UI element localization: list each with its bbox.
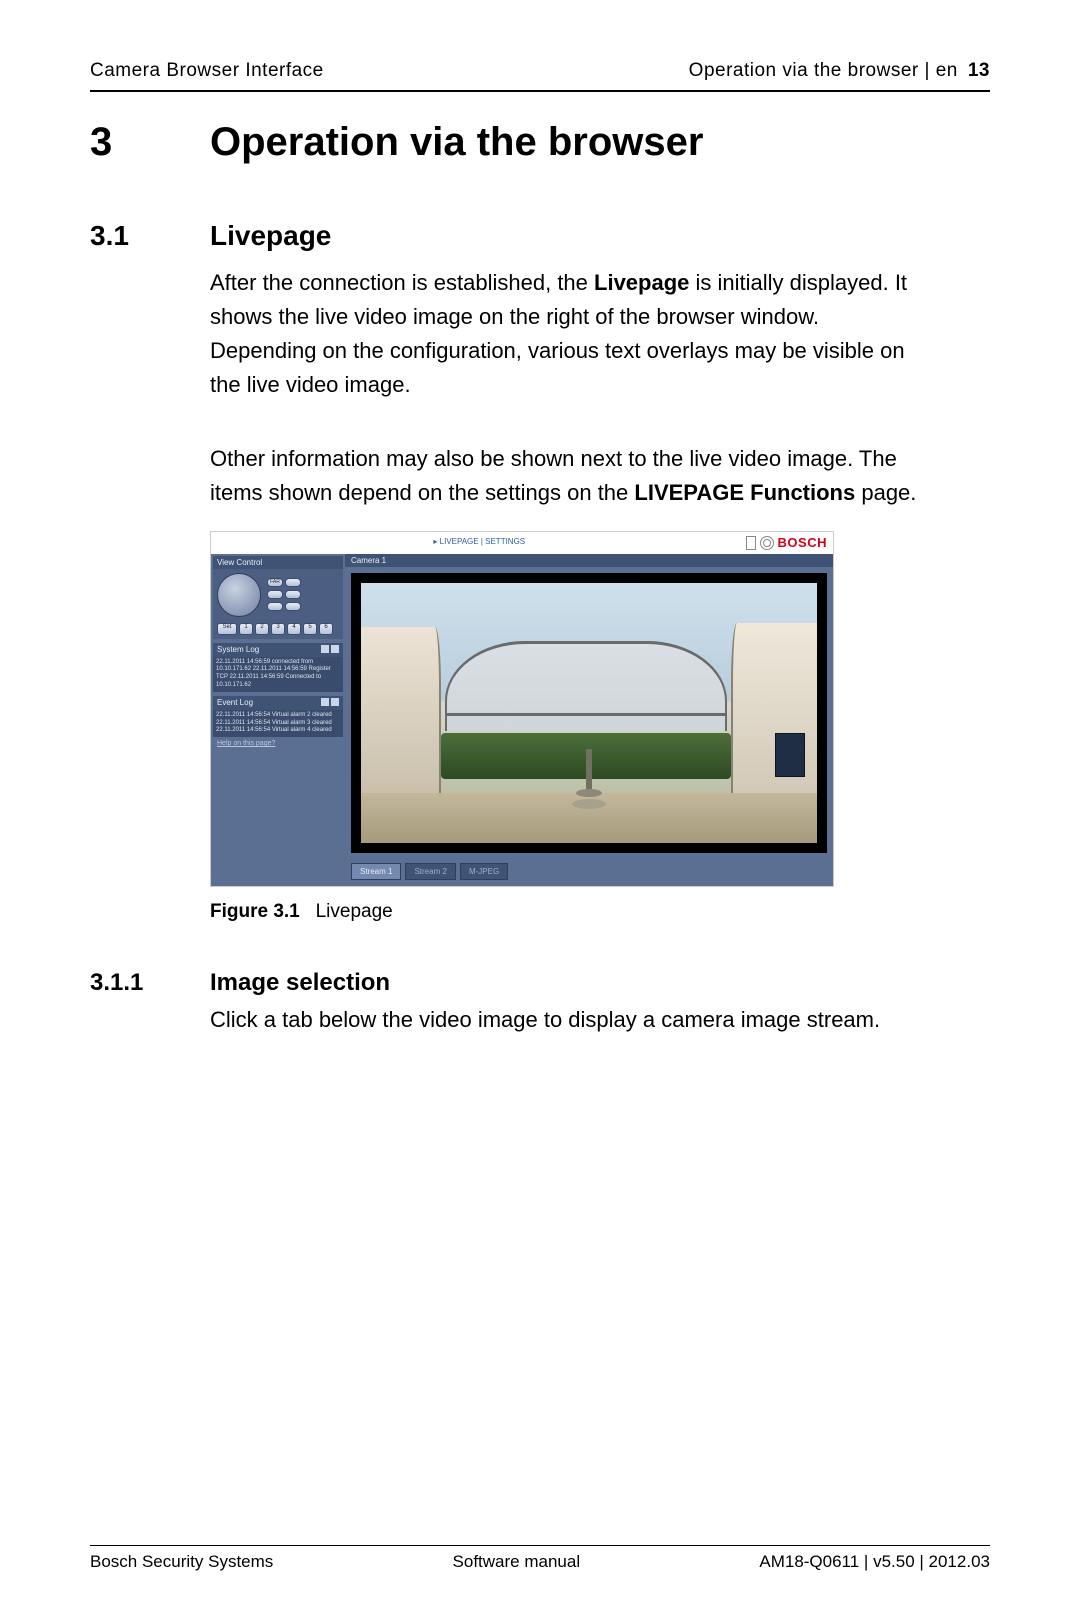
header-left: Camera Browser Interface: [90, 60, 324, 82]
set-button[interactable]: Set: [217, 623, 237, 635]
preset-1[interactable]: 1: [239, 623, 253, 635]
info-icon[interactable]: [746, 536, 756, 550]
header-breadcrumb: Operation via the browser | en: [689, 60, 958, 82]
nav-tabs: ▸ LIVEPAGE | SETTINGS: [433, 537, 525, 546]
system-log-title: System Log: [213, 643, 343, 657]
view-control-title: View Control: [213, 556, 343, 569]
figure-caption-text: Livepage: [316, 901, 393, 922]
subsection-title: Image selection: [210, 969, 390, 997]
gear-icon[interactable]: [321, 645, 329, 653]
chapter-number: 3: [90, 120, 210, 165]
event-log-body: 22.11.2011 14:56:54 Virtual alarm 2 clea…: [213, 710, 343, 737]
main-view: Camera 1: [345, 554, 833, 886]
app-topbar: ▸ LIVEPAGE | SETTINGS BOSCH: [211, 532, 833, 554]
pill-blank-2[interactable]: [267, 590, 283, 599]
video-area[interactable]: [351, 573, 827, 853]
zoom-focus-buttons: FAR: [267, 578, 301, 611]
system-log-label: System Log: [217, 645, 259, 654]
section-number: 3.1: [90, 220, 210, 252]
preset-3[interactable]: 3: [271, 623, 285, 635]
header-right-group: Operation via the browser | en 13: [689, 60, 990, 82]
nav-settings[interactable]: SETTINGS: [485, 537, 525, 546]
tab-mjpeg[interactable]: M-JPEG: [460, 863, 508, 880]
paragraph-2: Other information may also be shown next…: [210, 442, 930, 510]
gear-icon-2[interactable]: [321, 698, 329, 706]
preset-4[interactable]: 4: [287, 623, 301, 635]
tab-stream-2[interactable]: Stream 2: [405, 863, 455, 880]
event-log-icons: [321, 698, 339, 708]
chapter-title: Operation via the browser: [210, 120, 703, 165]
figure-3-1: ▸ LIVEPAGE | SETTINGS BOSCH View Control: [210, 531, 834, 887]
document-page: Camera Browser Interface Operation via t…: [0, 0, 1080, 1618]
livepage-app: ▸ LIVEPAGE | SETTINGS BOSCH View Control: [210, 531, 834, 887]
view-control-panel: FAR Set 1 2 3 4 5 6: [213, 569, 343, 639]
preset-2[interactable]: 2: [255, 623, 269, 635]
page-number: 13: [968, 60, 990, 82]
para1-strong: Livepage: [594, 270, 689, 295]
para2-strong: LIVEPAGE Functions: [634, 480, 855, 505]
camera-label: Camera 1: [345, 554, 833, 567]
stream-tabs: Stream 1 Stream 2 M-JPEG: [345, 859, 833, 886]
help-link[interactable]: Help on this page?: [213, 737, 343, 750]
app-body: View Control FAR Set: [211, 554, 833, 886]
brand-logo: BOSCH: [778, 535, 827, 550]
section-title: Livepage: [210, 220, 331, 252]
figure-caption-label: Figure 3.1: [210, 901, 300, 922]
paragraph-1: After the connection is established, the…: [210, 266, 930, 402]
popout-icon[interactable]: [331, 645, 339, 653]
pill-blank-3[interactable]: [285, 590, 301, 599]
para1-pre: After the connection is established, the: [210, 270, 594, 295]
footer-left: Bosch Security Systems: [90, 1552, 273, 1572]
subsection-heading: 3.1.1 Image selection: [90, 969, 990, 997]
ptz-controls: FAR: [217, 573, 339, 617]
nav-livepage[interactable]: ▸ LIVEPAGE: [433, 537, 478, 546]
system-log-icons: [321, 645, 339, 655]
event-log-label: Event Log: [217, 698, 253, 707]
sidebar: View Control FAR Set: [211, 554, 345, 886]
footer-center: Software manual: [453, 1552, 581, 1572]
pill-blank-4[interactable]: [267, 602, 283, 611]
section-heading: 3.1 Livepage: [90, 220, 990, 252]
preset-5[interactable]: 5: [303, 623, 317, 635]
footer-right: AM18-Q0611 | v5.50 | 2012.03: [759, 1552, 990, 1572]
figure-caption: Figure 3.1 Livepage: [210, 901, 990, 923]
chapter-heading: 3 Operation via the browser: [90, 120, 990, 165]
pill-far[interactable]: FAR: [267, 578, 283, 587]
globe-icon[interactable]: [760, 536, 774, 550]
view-control-label: View Control: [217, 558, 262, 567]
subsection-number: 3.1.1: [90, 969, 210, 997]
tab-stream-1[interactable]: Stream 1: [351, 863, 401, 880]
system-log-body: 22.11.2011 14:56:59 connected from 10.10…: [213, 657, 343, 692]
event-log-title: Event Log: [213, 696, 343, 710]
running-footer: Bosch Security Systems Software manual A…: [90, 1545, 990, 1572]
popout-icon-2[interactable]: [331, 698, 339, 706]
paragraph-3: Click a tab below the video image to dis…: [210, 1003, 930, 1037]
pill-blank-5[interactable]: [285, 602, 301, 611]
preset-6[interactable]: 6: [319, 623, 333, 635]
pill-blank-1[interactable]: [285, 578, 301, 587]
ptz-pad[interactable]: [217, 573, 261, 617]
para2-post: page.: [855, 480, 916, 505]
preset-row: Set 1 2 3 4 5 6: [217, 623, 339, 635]
running-header: Camera Browser Interface Operation via t…: [90, 60, 990, 92]
video-scene: [361, 583, 817, 843]
